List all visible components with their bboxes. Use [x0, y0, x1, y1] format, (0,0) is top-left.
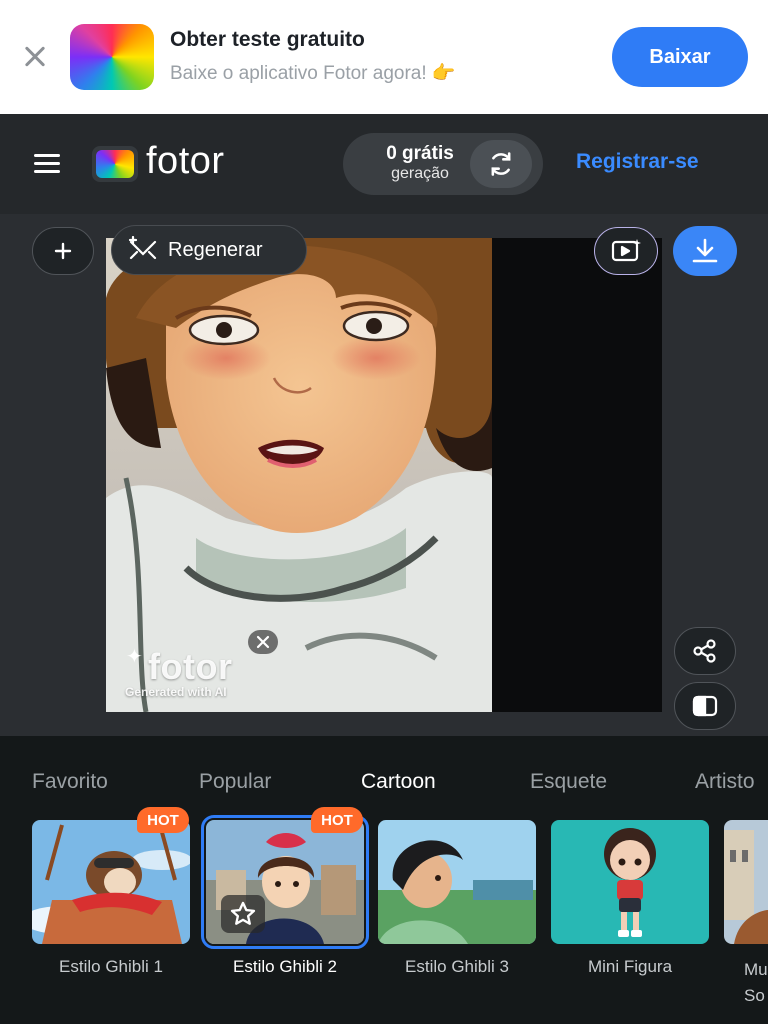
tab-artisto[interactable]: Artisto [695, 770, 755, 794]
style-card-ghibli-3[interactable] [378, 820, 536, 944]
register-link[interactable]: Registrar-se [576, 150, 699, 174]
star-icon [230, 901, 256, 925]
video-sparkle-icon [611, 239, 641, 262]
app-download-banner: Obter teste gratuito Baixe o aplicativo … [0, 0, 768, 114]
hot-badge: HOT [311, 807, 363, 833]
tab-cartoon[interactable]: Cartoon [361, 770, 436, 794]
tab-popular[interactable]: Popular [199, 770, 271, 794]
style-label-5: Mu So [744, 960, 768, 1005]
style-thumbnail [724, 820, 768, 944]
style-card-ghibli-1[interactable] [32, 820, 190, 944]
download-icon [692, 238, 718, 263]
style-label-ghibli-1: Estilo Ghibli 1 [59, 957, 163, 976]
watermark-caption: Generated with AI [125, 685, 227, 699]
add-image-button[interactable] [32, 227, 94, 275]
favorite-toggle[interactable] [221, 895, 265, 933]
close-banner-icon[interactable] [18, 40, 52, 74]
plus-icon [54, 242, 72, 260]
credits-count: 0 grátis [386, 143, 454, 164]
style-label-mini-figura: Mini Figura [587, 957, 673, 976]
share-button[interactable] [674, 627, 736, 675]
style-thumbnail [551, 820, 709, 944]
refresh-icon [491, 152, 511, 176]
banner-title: Obter teste gratuito [170, 28, 365, 51]
watermark-logo: fotor [148, 646, 233, 687]
download-image-button[interactable] [673, 226, 737, 276]
compare-icon [692, 695, 718, 717]
hot-badge: HOT [137, 807, 189, 833]
compare-button[interactable] [674, 682, 736, 730]
watermark-sparkle-icon: ✦ [126, 646, 143, 668]
style-card-mini-figura[interactable] [551, 820, 709, 944]
download-app-button[interactable]: Baixar [612, 27, 748, 87]
regenerate-label: Regenerar [168, 239, 263, 261]
regenerate-icon [128, 236, 157, 260]
style-thumbnail [378, 820, 536, 944]
tab-esquete[interactable]: Esquete [530, 770, 607, 794]
generated-image [106, 238, 662, 712]
credits-label: geração [391, 165, 449, 182]
remove-watermark-button[interactable] [248, 630, 278, 654]
refresh-credits-button[interactable] [470, 140, 532, 188]
style-label-ghibli-3: Estilo Ghibli 3 [405, 957, 509, 976]
style-card-5[interactable] [724, 820, 768, 944]
fotor-logo-text[interactable]: fotor [146, 140, 225, 183]
style-label-ghibli-2: Estilo Ghibli 2 [233, 957, 337, 976]
fotor-logo-icon [92, 146, 138, 182]
close-icon [256, 635, 270, 649]
share-icon [693, 639, 716, 663]
style-thumbnail [32, 820, 190, 944]
banner-subtitle: Baixe o aplicativo Fotor agora! 👉 [170, 63, 456, 84]
hamburger-menu-icon[interactable] [34, 154, 60, 174]
tab-favorito[interactable]: Favorito [32, 770, 108, 794]
fotor-app-icon [70, 24, 154, 90]
regenerate-button[interactable]: Regenerar [111, 225, 307, 275]
generated-portrait [106, 238, 492, 712]
animate-image-button[interactable] [594, 227, 658, 275]
